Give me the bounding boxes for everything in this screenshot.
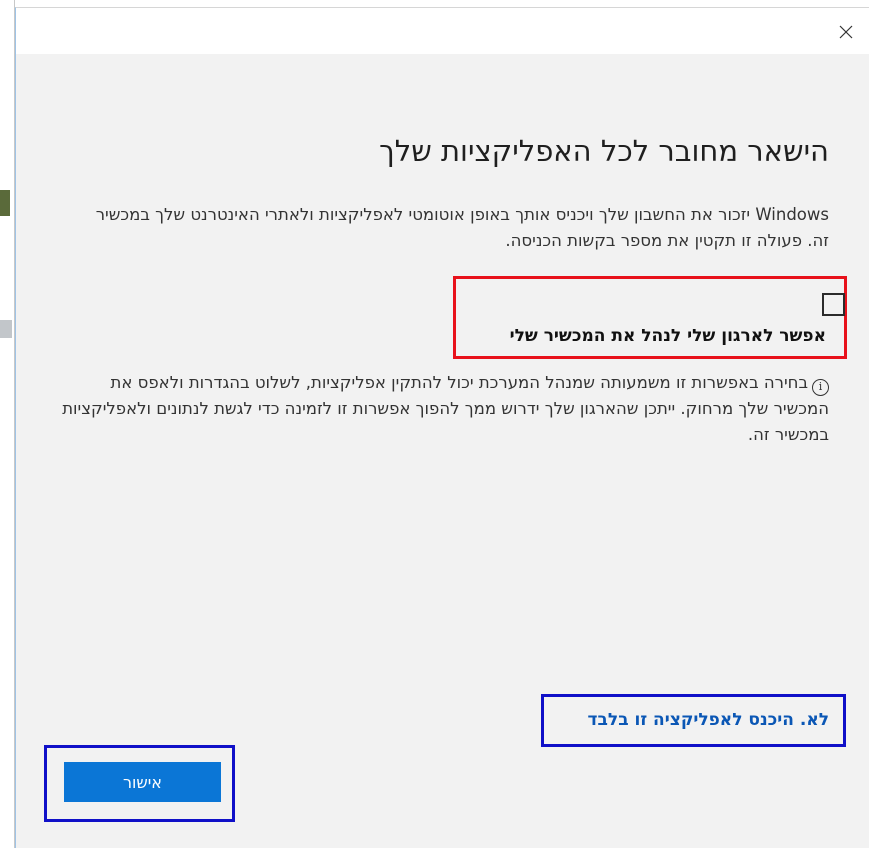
dialog-description: Windows יזכור את החשבון שלך ויכניס אותך … <box>95 205 829 250</box>
close-icon <box>839 25 853 39</box>
ok-button[interactable]: אישור <box>64 762 221 802</box>
dialog-content: הישאר מחובר לכל האפליקציות שלך Windows י… <box>16 54 869 848</box>
background-window-edge <box>0 0 15 848</box>
info-text: בחירה באפשרות זו משמעותה שמנהל המערכת יכ… <box>62 373 829 444</box>
background-fragment <box>0 190 10 216</box>
info-icon: i <box>812 379 829 396</box>
dialog-title: הישאר מחובר לכל האפליקציות שלך <box>379 134 829 168</box>
manage-device-checkbox-label[interactable]: אפשר לארגון שלי לנהל את המכשיר שלי <box>510 326 826 346</box>
stay-signed-in-dialog: הישאר מחובר לכל האפליקציות שלך Windows י… <box>15 7 869 848</box>
sign-in-this-app-only-link[interactable]: לא. היכנס לאפליקציה זו בלבד <box>588 710 829 730</box>
info-text-block: iבחירה באפשרות זו משמעותה שמנהל המערכת י… <box>59 370 829 448</box>
manage-device-checkbox[interactable] <box>822 293 845 316</box>
dialog-titlebar <box>16 8 869 54</box>
annotation-red-box <box>453 276 847 359</box>
background-fragment <box>0 320 12 338</box>
close-button[interactable] <box>831 17 861 47</box>
